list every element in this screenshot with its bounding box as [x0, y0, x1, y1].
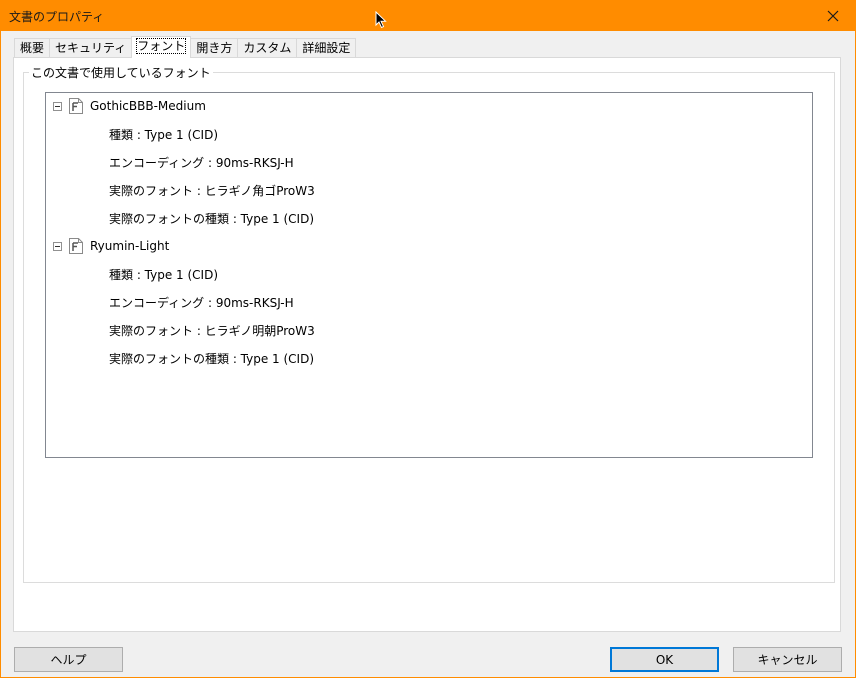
tab-advanced[interactable]: 詳細設定 — [296, 38, 357, 57]
close-button[interactable] — [810, 0, 856, 31]
font-name[interactable]: GothicBBB-Medium — [90, 99, 206, 113]
font-file-icon — [69, 238, 83, 254]
mouse-pointer-icon — [375, 11, 387, 29]
tab-custom[interactable]: カスタム — [237, 38, 298, 57]
tree-node-font[interactable]: GothicBBB-Medium — [46, 97, 812, 117]
tab-strip: 概要 セキュリティ フォント 開き方 カスタム 詳細設定 — [14, 36, 357, 58]
font-encoding[interactable]: エンコーディング : 90ms-RKSJ-H — [109, 154, 294, 172]
tree-node-font[interactable]: Ryumin-Light — [46, 237, 812, 257]
actual-font[interactable]: 実際のフォント : ヒラギノ角ゴProW3 — [109, 182, 315, 200]
cancel-button[interactable]: キャンセル — [733, 647, 842, 672]
collapse-toggle[interactable] — [53, 242, 62, 251]
font-type[interactable]: 種類 : Type 1 (CID) — [109, 126, 218, 144]
fonts-group-legend: この文書で使用しているフォント — [29, 64, 213, 81]
tab-fonts-label: フォント — [136, 38, 187, 54]
tab-security[interactable]: セキュリティ — [49, 38, 133, 57]
tab-initial-view[interactable]: 開き方 — [190, 38, 239, 57]
actual-font[interactable]: 実際のフォント : ヒラギノ明朝ProW3 — [109, 322, 315, 340]
actual-font-type[interactable]: 実際のフォントの種類 : Type 1 (CID) — [109, 350, 314, 368]
window-title: 文書のプロパティ — [9, 10, 105, 24]
font-file-icon — [69, 98, 83, 114]
font-name[interactable]: Ryumin-Light — [90, 239, 169, 253]
close-icon — [827, 10, 839, 21]
actual-font-type[interactable]: 実際のフォントの種類 : Type 1 (CID) — [109, 210, 314, 228]
font-encoding[interactable]: エンコーディング : 90ms-RKSJ-H — [109, 294, 294, 312]
fonts-tab-panel: この文書で使用しているフォント GothicBBB-Medium 種類 : Ty… — [13, 57, 841, 632]
fonts-groupbox: この文書で使用しているフォント GothicBBB-Medium 種類 : Ty… — [23, 64, 835, 583]
tab-fonts[interactable]: フォント — [131, 36, 192, 58]
font-type[interactable]: 種類 : Type 1 (CID) — [109, 266, 218, 284]
title-bar: 文書のプロパティ — [0, 0, 856, 31]
ok-button[interactable]: OK — [610, 647, 719, 672]
tab-summary[interactable]: 概要 — [14, 38, 51, 57]
collapse-toggle[interactable] — [53, 102, 62, 111]
help-button[interactable]: ヘルプ — [14, 647, 123, 672]
fonts-tree[interactable]: GothicBBB-Medium 種類 : Type 1 (CID) エンコーデ… — [45, 92, 813, 458]
